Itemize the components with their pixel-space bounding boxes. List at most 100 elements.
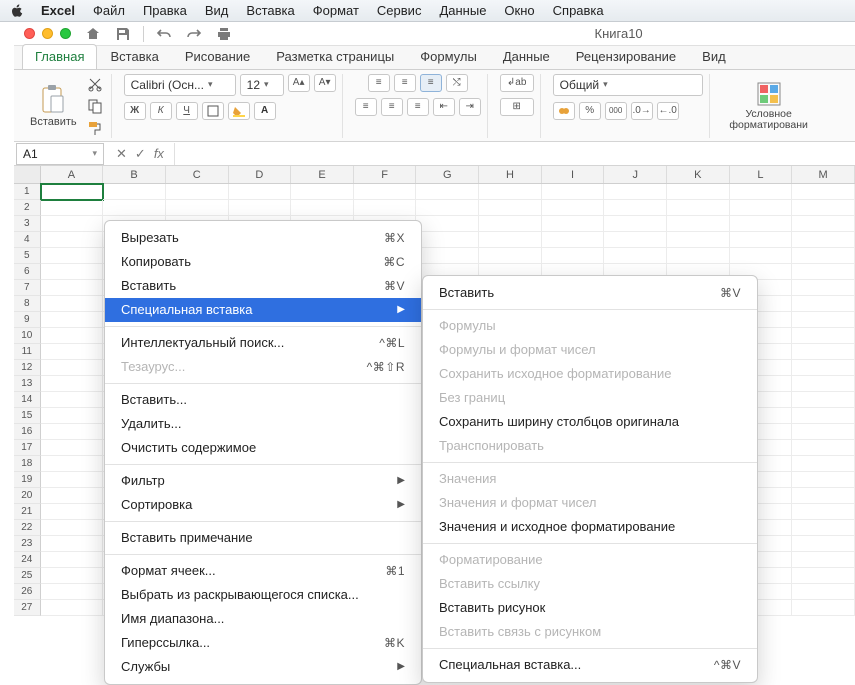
menu-services[interactable]: Службы▶	[105, 655, 421, 679]
row-header[interactable]: 11	[14, 344, 41, 360]
formula-input[interactable]	[174, 143, 855, 165]
col-header[interactable]: K	[667, 166, 730, 183]
underline-button[interactable]: Ч	[176, 102, 198, 120]
cell[interactable]	[41, 584, 104, 600]
cell[interactable]	[792, 440, 855, 456]
cell[interactable]	[792, 328, 855, 344]
cell[interactable]	[792, 264, 855, 280]
menu-filter[interactable]: Фильтр▶	[105, 469, 421, 493]
borders-button[interactable]	[202, 102, 224, 120]
row-header[interactable]: 7	[14, 280, 41, 296]
cell[interactable]	[604, 184, 667, 200]
menu-paste[interactable]: Вставить⌘V	[105, 274, 421, 298]
minimize-button[interactable]	[42, 28, 53, 39]
save-icon[interactable]	[113, 24, 133, 44]
italic-button[interactable]: К	[150, 102, 172, 120]
cell[interactable]	[41, 424, 104, 440]
cell[interactable]	[792, 472, 855, 488]
cell[interactable]	[41, 280, 104, 296]
row-header[interactable]: 25	[14, 568, 41, 584]
increase-indent-button[interactable]: ⇥	[459, 98, 481, 116]
cell[interactable]	[542, 232, 605, 248]
col-header[interactable]: E	[291, 166, 354, 183]
mac-menu-window[interactable]: Окно	[495, 0, 543, 22]
cell[interactable]	[41, 248, 104, 264]
cell[interactable]	[792, 504, 855, 520]
row-header[interactable]: 2	[14, 200, 41, 216]
cell[interactable]	[730, 184, 793, 200]
submenu-paste[interactable]: Вставить⌘V	[423, 281, 757, 305]
cell[interactable]	[354, 200, 417, 216]
submenu-values-src[interactable]: Значения и исходное форматирование	[423, 515, 757, 539]
paste-button[interactable]: Вставить	[26, 82, 81, 130]
row-header[interactable]: 9	[14, 312, 41, 328]
col-header[interactable]: J	[604, 166, 667, 183]
maximize-button[interactable]	[60, 28, 71, 39]
mac-menu-help[interactable]: Справка	[544, 0, 613, 22]
copy-icon[interactable]	[85, 96, 105, 116]
undo-icon[interactable]	[154, 24, 174, 44]
cell[interactable]	[229, 184, 292, 200]
cell[interactable]	[41, 360, 104, 376]
mac-menu-view[interactable]: Вид	[196, 0, 238, 22]
mac-menubar[interactable]: Excel Файл Правка Вид Вставка Формат Сер…	[0, 0, 855, 22]
fill-color-button[interactable]	[228, 102, 250, 120]
fx-icon[interactable]: fx	[154, 146, 164, 161]
cell[interactable]	[792, 568, 855, 584]
col-header[interactable]: H	[479, 166, 542, 183]
cell[interactable]	[41, 552, 104, 568]
font-name-combo[interactable]: Calibri (Осн...▾	[124, 74, 236, 96]
cell[interactable]	[41, 456, 104, 472]
cell[interactable]	[41, 488, 104, 504]
cell[interactable]	[604, 200, 667, 216]
cell[interactable]	[416, 216, 479, 232]
col-header[interactable]: C	[166, 166, 229, 183]
row-header[interactable]: 27	[14, 600, 41, 616]
cell[interactable]	[41, 504, 104, 520]
row-header[interactable]: 19	[14, 472, 41, 488]
cell[interactable]	[41, 536, 104, 552]
cell[interactable]	[730, 248, 793, 264]
menu-clear[interactable]: Очистить содержимое	[105, 436, 421, 460]
menu-paste-special[interactable]: Специальная вставка▶	[105, 298, 421, 322]
cell[interactable]	[792, 488, 855, 504]
cell[interactable]	[604, 216, 667, 232]
mac-menu-app[interactable]: Excel	[32, 0, 84, 22]
row-header[interactable]: 26	[14, 584, 41, 600]
cell[interactable]	[792, 280, 855, 296]
percent-button[interactable]: %	[579, 102, 601, 120]
cell[interactable]	[792, 360, 855, 376]
home-icon[interactable]	[83, 24, 103, 44]
cut-icon[interactable]	[85, 74, 105, 94]
align-middle-button[interactable]: ≡	[394, 74, 416, 92]
cell[interactable]	[416, 200, 479, 216]
shrink-font-button[interactable]: A▾	[314, 74, 336, 92]
row-header[interactable]: 6	[14, 264, 41, 280]
cell[interactable]	[792, 184, 855, 200]
decrease-indent-button[interactable]: ⇤	[433, 98, 455, 116]
cell[interactable]	[667, 216, 730, 232]
currency-button[interactable]	[553, 102, 575, 120]
col-header[interactable]: F	[354, 166, 417, 183]
cell[interactable]	[103, 184, 166, 200]
col-header[interactable]: G	[416, 166, 479, 183]
cell[interactable]	[667, 248, 730, 264]
cell[interactable]	[103, 200, 166, 216]
close-button[interactable]	[24, 28, 35, 39]
comma-style-button[interactable]: 000	[605, 102, 627, 120]
row-header[interactable]: 5	[14, 248, 41, 264]
mac-menu-format[interactable]: Формат	[304, 0, 368, 22]
cell[interactable]	[792, 216, 855, 232]
apple-logo-icon[interactable]	[10, 4, 24, 18]
cell[interactable]	[604, 232, 667, 248]
cell[interactable]	[792, 584, 855, 600]
cell[interactable]	[479, 232, 542, 248]
submenu-keep-width[interactable]: Сохранить ширину столбцов оригинала	[423, 410, 757, 434]
menu-smart-lookup[interactable]: Интеллектуальный поиск...^⌘L	[105, 331, 421, 355]
cell[interactable]	[416, 232, 479, 248]
font-size-combo[interactable]: 12▾	[240, 74, 284, 96]
mac-menu-insert[interactable]: Вставка	[237, 0, 303, 22]
tab-draw[interactable]: Рисование	[172, 44, 263, 69]
font-color-button[interactable]: A	[254, 102, 276, 120]
cell[interactable]	[479, 200, 542, 216]
